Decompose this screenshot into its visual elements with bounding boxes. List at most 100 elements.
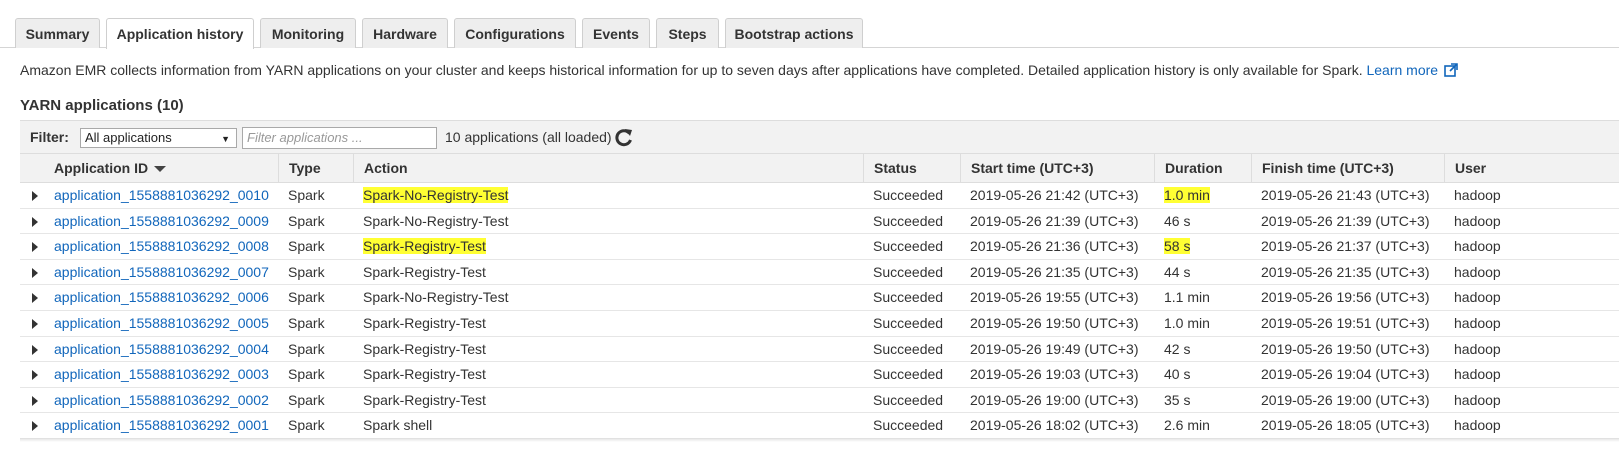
- column-header-start-time[interactable]: Start time (UTC+3): [960, 154, 1154, 183]
- expand-row-icon[interactable]: [32, 395, 38, 406]
- expand-row-icon[interactable]: [32, 318, 38, 329]
- cell-status-value: Succeeded: [873, 417, 944, 434]
- cell-action: Spark-Registry-Test: [363, 388, 486, 413]
- expand-row-icon[interactable]: [32, 267, 38, 278]
- cell-status: Succeeded: [873, 285, 943, 310]
- column-header-type[interactable]: Type: [278, 154, 353, 183]
- column-header-user[interactable]: User: [1444, 154, 1619, 183]
- tab-bootstrap-actions[interactable]: Bootstrap actions: [725, 18, 863, 48]
- cell-id: application_1558881036292_0010: [54, 183, 269, 208]
- table-row: application_1558881036292_0010 Spark Spark…: [20, 183, 1619, 209]
- cell-action: Spark-Registry-Test: [363, 234, 486, 259]
- cell-finish: 2019-05-26 21:35 (UTC+3): [1261, 260, 1430, 285]
- sort-descending-icon: [154, 166, 167, 172]
- cell-action-value: Spark-Registry-Test: [363, 340, 486, 357]
- cell-status-value: Succeeded: [873, 340, 944, 357]
- cell-duration-value: 58 s: [1164, 238, 1191, 255]
- cell-status-value: Succeeded: [873, 314, 944, 331]
- column-header-action[interactable]: Action: [353, 154, 863, 183]
- cell-type-value: Spark: [288, 417, 325, 434]
- cell-start: 2019-05-26 21:36 (UTC+3): [970, 234, 1139, 259]
- cell-finish-value: 2019-05-26 19:51 (UTC+3): [1261, 314, 1430, 331]
- cell-start-value: 2019-05-26 21:35 (UTC+3): [970, 263, 1139, 280]
- cell-action-value: Spark shell: [363, 417, 433, 434]
- tab-bar: Summary Application history Monitoring H…: [0, 18, 1619, 49]
- cell-start: 2019-05-26 18:02 (UTC+3): [970, 413, 1139, 438]
- tab-monitoring[interactable]: Monitoring: [260, 18, 356, 48]
- cell-start: 2019-05-26 21:39 (UTC+3): [970, 209, 1139, 234]
- column-header-status[interactable]: Status: [863, 154, 960, 183]
- cell-id: application_1558881036292_0009: [54, 209, 269, 234]
- tab-summary[interactable]: Summary: [15, 18, 100, 48]
- cell-type: Spark: [288, 234, 325, 259]
- application-id-link[interactable]: application_1558881036292_0002: [54, 392, 269, 408]
- application-id-link[interactable]: application_1558881036292_0008: [54, 238, 269, 254]
- expand-row-icon[interactable]: [32, 370, 38, 381]
- cell-action-value: Spark-No-Registry-Test: [363, 289, 509, 306]
- expand-row-icon[interactable]: [32, 216, 38, 227]
- learn-more-link[interactable]: Learn more: [1366, 62, 1458, 78]
- application-id-link[interactable]: application_1558881036292_0010: [54, 187, 269, 203]
- application-id-link[interactable]: application_1558881036292_0005: [54, 315, 269, 331]
- cell-type: Spark: [288, 362, 325, 387]
- cell-action-value: Spark-Registry-Test: [363, 366, 486, 383]
- table-row: application_1558881036292_0003 Spark Spark…: [20, 362, 1619, 388]
- cell-id: application_1558881036292_0007: [54, 260, 269, 285]
- cell-user: hadoop: [1454, 337, 1501, 362]
- column-header-application-id[interactable]: Application ID: [20, 154, 278, 183]
- cell-user-value: hadoop: [1454, 417, 1501, 434]
- cell-action: Spark-No-Registry-Test: [363, 285, 508, 310]
- expand-row-icon[interactable]: [32, 293, 38, 304]
- application-id-link[interactable]: application_1558881036292_0004: [54, 341, 269, 357]
- tab-configurations[interactable]: Configurations: [454, 18, 576, 48]
- application-id-link[interactable]: application_1558881036292_0003: [54, 366, 269, 382]
- filter-input-placeholder: Filter applications ...: [247, 130, 363, 145]
- cell-status-value: Succeeded: [873, 391, 944, 408]
- filter-select[interactable]: All applications ▼: [80, 128, 237, 148]
- cell-start: 2019-05-26 19:03 (UTC+3): [970, 362, 1139, 387]
- tab-application-history[interactable]: Application history: [106, 18, 254, 49]
- cell-duration: 1.0 min: [1164, 183, 1210, 208]
- cell-action-value: Spark-Registry-Test: [363, 391, 486, 408]
- column-header-duration[interactable]: Duration: [1154, 154, 1251, 183]
- application-id-link[interactable]: application_1558881036292_0001: [54, 417, 269, 433]
- cell-user: hadoop: [1454, 413, 1501, 438]
- application-id-link[interactable]: application_1558881036292_0007: [54, 264, 269, 280]
- cell-action: Spark-Registry-Test: [363, 337, 486, 362]
- cell-status: Succeeded: [873, 311, 943, 336]
- table-header: Application ID Type Action Status Start …: [20, 154, 1619, 183]
- column-header-finish-time[interactable]: Finish time (UTC+3): [1251, 154, 1444, 183]
- tab-steps[interactable]: Steps: [656, 18, 719, 48]
- table-row: application_1558881036292_0004 Spark Spark…: [20, 337, 1619, 363]
- cell-type: Spark: [288, 209, 325, 234]
- filter-input[interactable]: Filter applications ...: [242, 127, 437, 149]
- cell-start-value: 2019-05-26 19:03 (UTC+3): [970, 366, 1139, 383]
- cell-finish-value: 2019-05-26 18:05 (UTC+3): [1261, 417, 1430, 434]
- cell-id: application_1558881036292_0008: [54, 234, 269, 259]
- cell-action: Spark-No-Registry-Test: [363, 209, 508, 234]
- table-row: application_1558881036292_0001 Spark Spark…: [20, 413, 1619, 439]
- section-title: YARN applications (10): [20, 97, 184, 114]
- cell-action-value: Spark-Registry-Test: [363, 314, 486, 331]
- application-id-link[interactable]: application_1558881036292_0009: [54, 213, 269, 229]
- cell-start: 2019-05-26 19:50 (UTC+3): [970, 311, 1139, 336]
- refresh-icon[interactable]: [614, 127, 634, 147]
- expand-row-icon[interactable]: [32, 242, 38, 253]
- expand-row-icon[interactable]: [32, 421, 38, 432]
- cell-id: application_1558881036292_0002: [54, 388, 269, 413]
- cell-start-value: 2019-05-26 21:36 (UTC+3): [970, 238, 1139, 255]
- tab-events[interactable]: Events: [582, 18, 650, 48]
- cell-type-value: Spark: [288, 263, 325, 280]
- cell-id: application_1558881036292_0003: [54, 362, 269, 387]
- cell-user-value: hadoop: [1454, 340, 1501, 357]
- cell-duration: 46 s: [1164, 209, 1190, 234]
- expand-row-icon[interactable]: [32, 344, 38, 355]
- application-id-link[interactable]: application_1558881036292_0006: [54, 289, 269, 305]
- cell-id: application_1558881036292_0005: [54, 311, 269, 336]
- cell-status: Succeeded: [873, 209, 943, 234]
- cell-status-value: Succeeded: [873, 263, 944, 280]
- tab-hardware[interactable]: Hardware: [362, 18, 448, 48]
- cell-finish-value: 2019-05-26 21:35 (UTC+3): [1261, 263, 1430, 280]
- expand-row-icon[interactable]: [32, 191, 38, 201]
- cell-status: Succeeded: [873, 413, 943, 438]
